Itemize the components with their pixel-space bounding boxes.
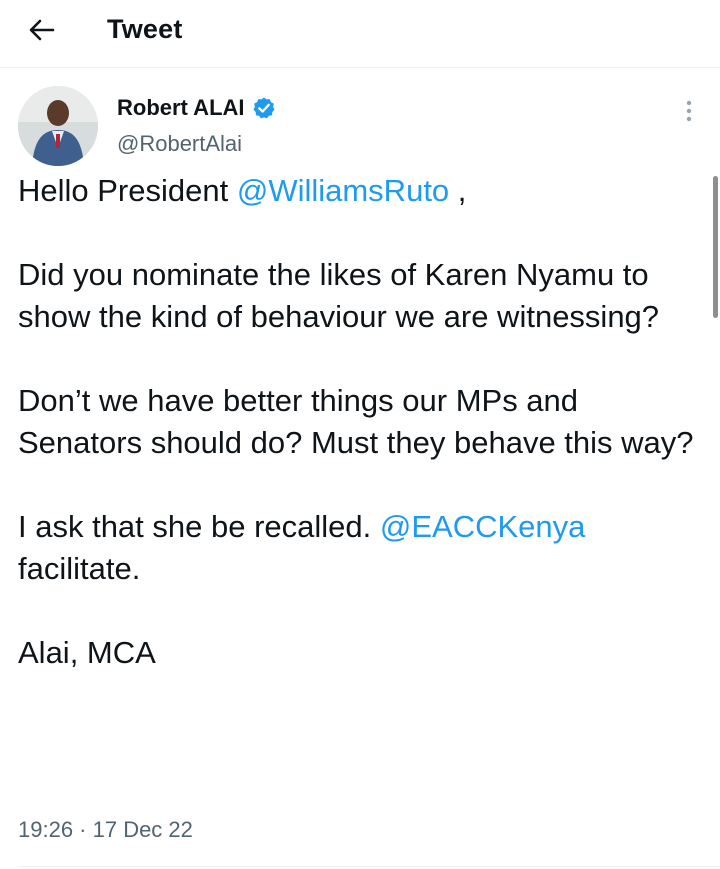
tweet-paragraph: Don’t we have better things our MPs and … xyxy=(18,383,694,460)
tweet-paragraph: Hello President @WilliamsRuto , xyxy=(18,170,708,212)
author-handle[interactable]: @RobertAlai xyxy=(117,130,242,158)
author-name-row[interactable]: Robert ALAI xyxy=(117,94,276,122)
more-options-button[interactable] xyxy=(676,96,702,126)
scrollbar[interactable] xyxy=(713,176,718,318)
tweet-paragraph: Did you nominate the likes of Karen Nyam… xyxy=(18,257,660,334)
top-bar: Tweet xyxy=(0,0,720,68)
arrow-left-icon xyxy=(29,19,55,41)
tweet-text: Hello President @WilliamsRuto , Did you … xyxy=(18,170,708,674)
tweet-signature: Alai, MCA xyxy=(18,635,156,670)
text-span: I ask that she be recalled. xyxy=(18,509,380,544)
author-name[interactable]: Robert ALAI xyxy=(117,94,245,122)
verified-badge-icon xyxy=(252,96,276,120)
tweet-timestamp[interactable]: 19:26 · 17 Dec 22 xyxy=(18,816,193,844)
mention-link[interactable]: @WilliamsRuto xyxy=(237,173,449,208)
tweet-paragraph: I ask that she be recalled. @EACCKenya f… xyxy=(18,506,708,590)
avatar-photo xyxy=(18,86,98,166)
mention-link[interactable]: @EACCKenya xyxy=(380,509,586,544)
avatar[interactable] xyxy=(18,86,98,166)
vertical-ellipsis-icon xyxy=(686,100,692,122)
divider xyxy=(18,866,720,867)
page-title: Tweet xyxy=(107,14,183,44)
text-span: facilitate. xyxy=(18,551,141,586)
back-button[interactable] xyxy=(22,12,62,48)
text-span: , xyxy=(449,173,467,208)
text-span: Hello President xyxy=(18,173,237,208)
